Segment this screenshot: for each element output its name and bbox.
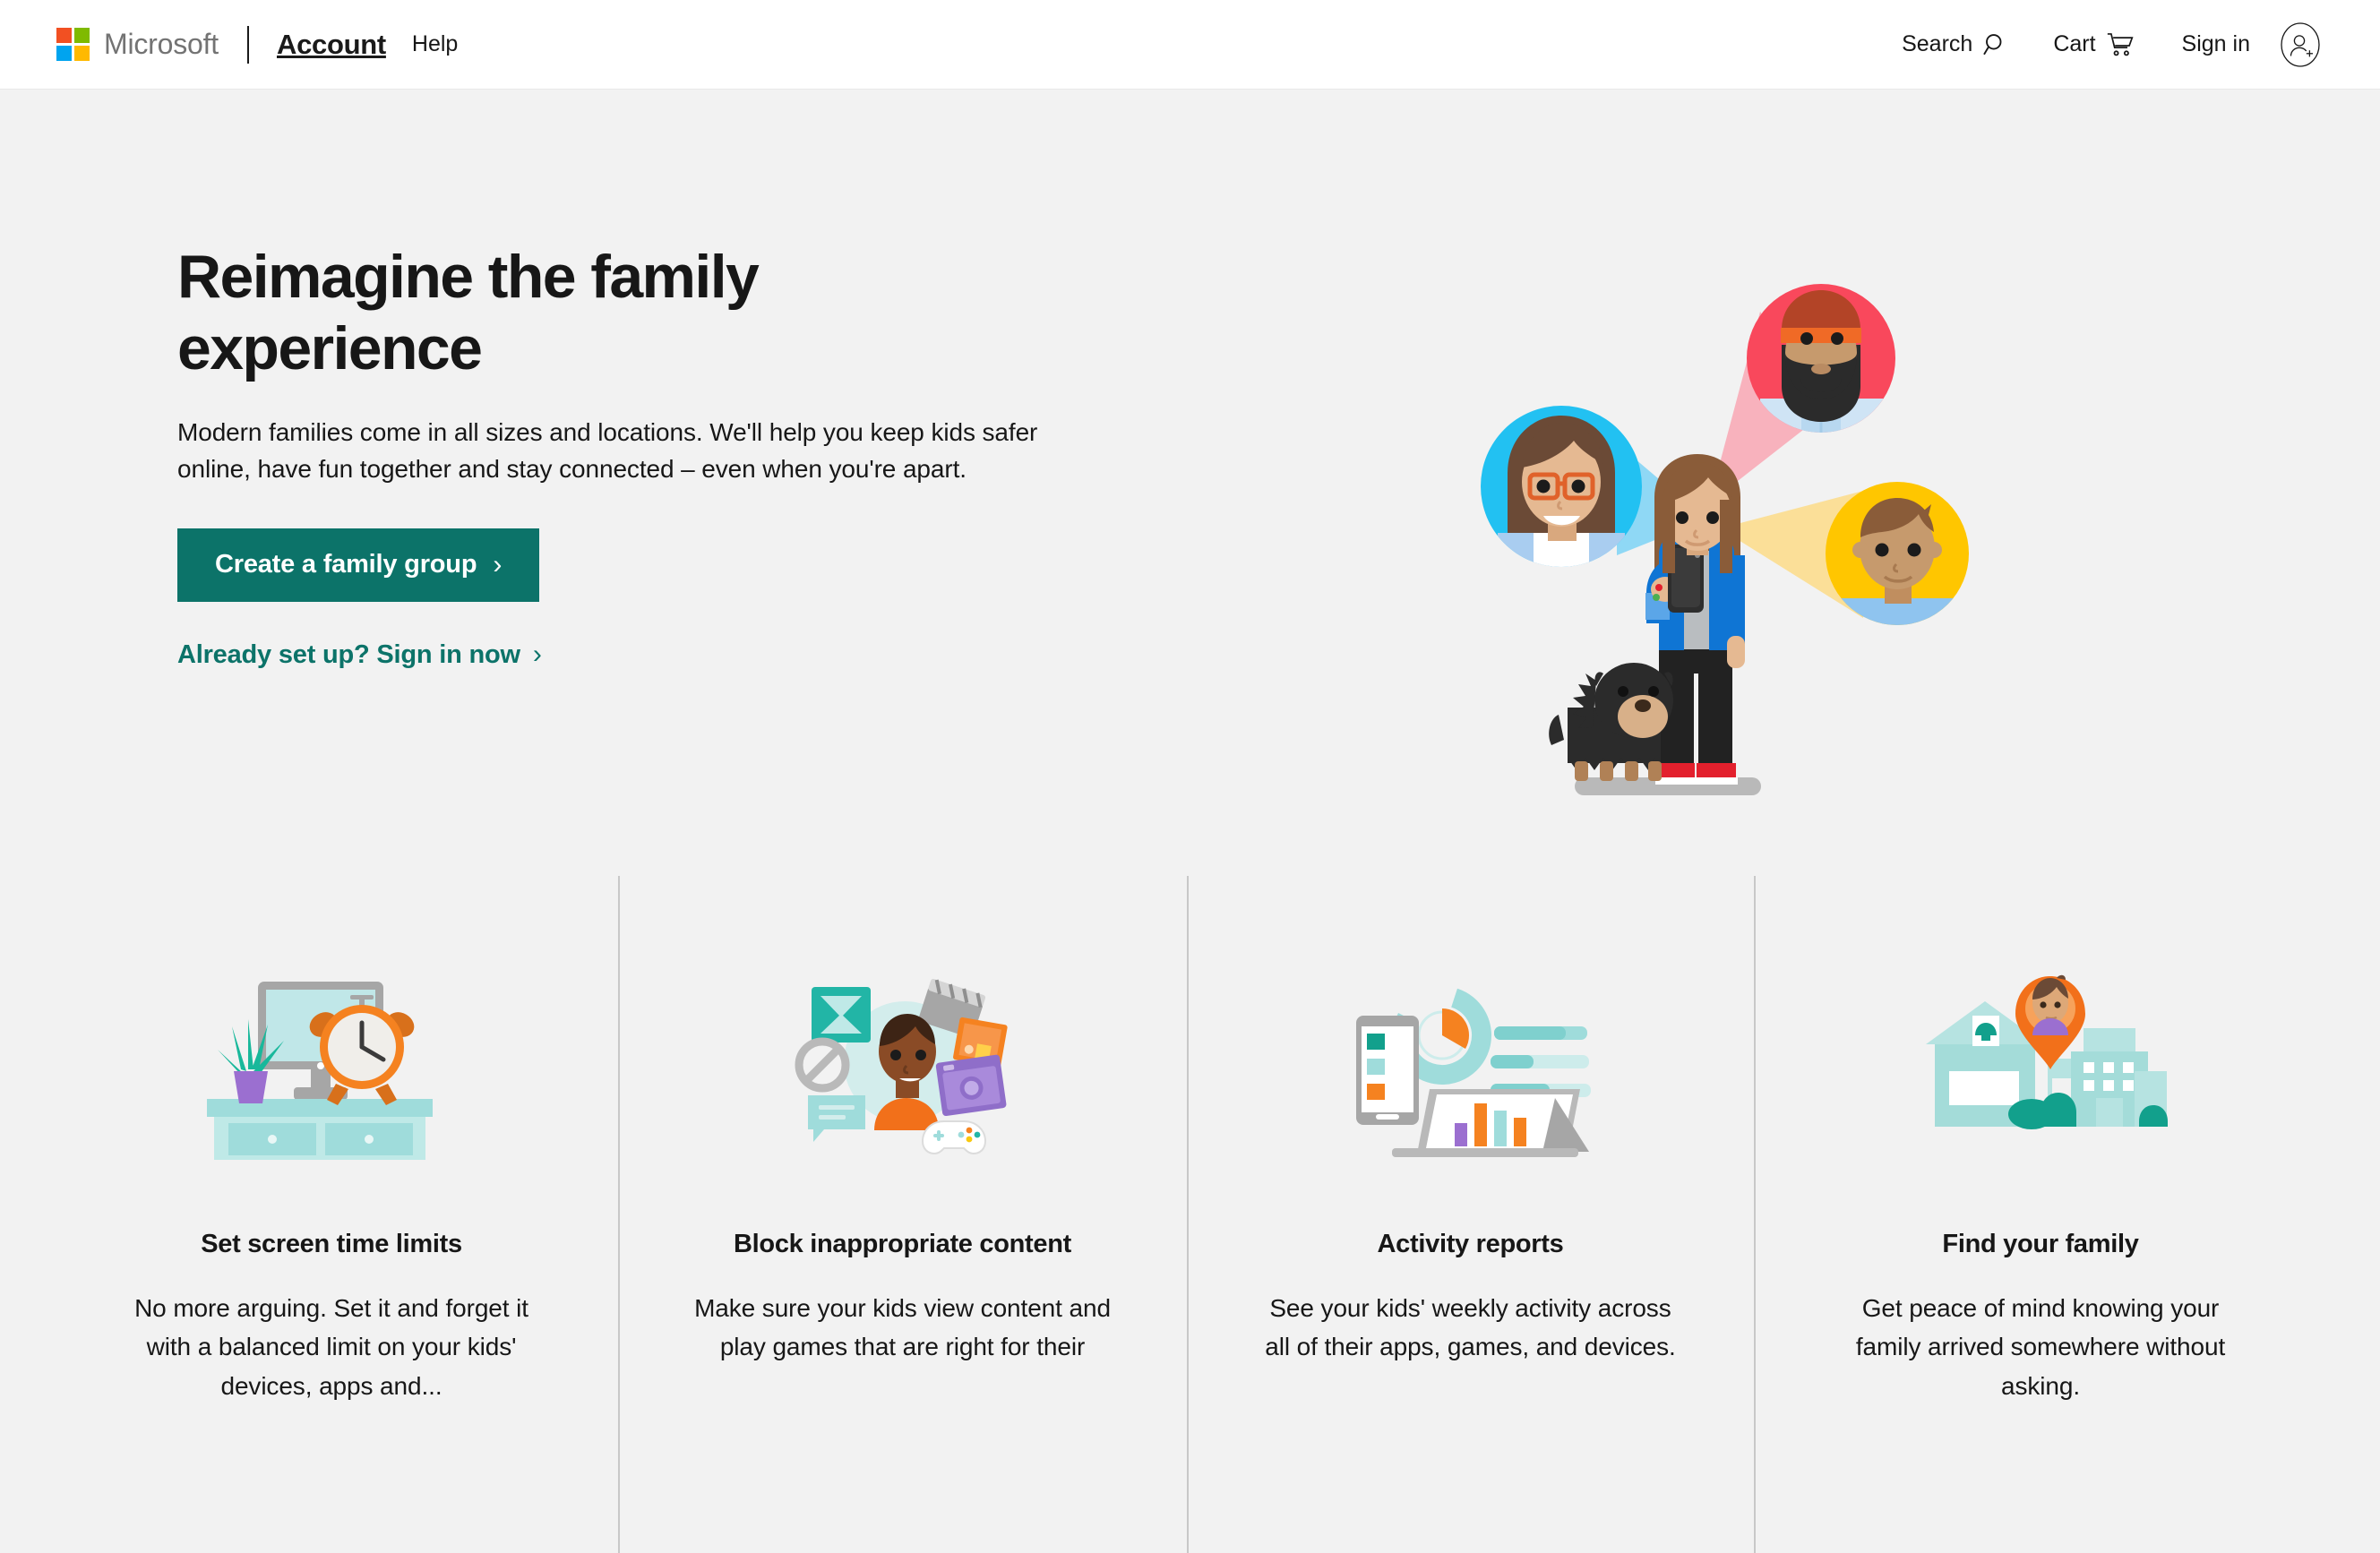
- cart-icon: [2106, 31, 2135, 58]
- microsoft-wordmark: Microsoft: [104, 28, 219, 60]
- search-icon: [1982, 31, 2009, 58]
- family-dog: [1549, 663, 1673, 781]
- feature-card-find-family: Find your family Get peace of mind knowi…: [1758, 876, 2323, 1405]
- logo-square-green: [74, 28, 90, 43]
- feature-body: See your kids' weekly activity across al…: [1265, 1293, 1676, 1361]
- sign-in-button[interactable]: Sign in: [2182, 31, 2260, 57]
- logo-square-blue: [56, 46, 72, 61]
- kid-media-block-icon: [795, 978, 1008, 1154]
- feature-divider: [1754, 876, 1756, 1553]
- find-family-illustration: [1758, 965, 2323, 1171]
- hero-text-block: Reimagine the family experience Modern f…: [177, 242, 1082, 670]
- feature-card-screen-time: Set screen time limits No more arguing. …: [49, 876, 614, 1405]
- screen-time-illustration: [49, 965, 614, 1171]
- hero-secondary-cta-row: Already set up? Sign in now ›: [177, 602, 1082, 670]
- activity-reports-illustration: [1191, 965, 1749, 1171]
- feature-title: Activity reports: [1377, 1230, 1564, 1258]
- feature-body: Make sure your kids view content and pla…: [694, 1293, 1111, 1361]
- feature-title: Block inappropriate content: [734, 1230, 1071, 1258]
- monitor-clock-plant-icon: [207, 981, 433, 1160]
- search-button[interactable]: Search: [1902, 31, 2009, 58]
- feature-divider: [1187, 876, 1189, 1553]
- block-content-illustration: [623, 965, 1182, 1171]
- header-brand-group: Microsoft Account Help: [0, 25, 458, 64]
- logo-square-yellow: [74, 46, 90, 61]
- phone-tablet-chart-icon: [1355, 985, 1591, 1157]
- hero-subtitle: Modern families come in all sizes and lo…: [177, 418, 1038, 483]
- help-link[interactable]: Help: [412, 31, 458, 57]
- microsoft-logo-icon: [56, 28, 90, 61]
- family-illustration-svg: [1481, 284, 1969, 795]
- add-person-avatar-icon: [2276, 21, 2324, 69]
- feature-card-block-content: Block inappropriate content Make sure yo…: [623, 876, 1182, 1367]
- features-section: Set screen time limits No more arguing. …: [0, 876, 2380, 1553]
- search-label: Search: [1902, 31, 1973, 56]
- cart-label: Cart: [2053, 31, 2096, 56]
- feature-divider: [618, 876, 620, 1553]
- hero-cta-group: Create a family group ›: [177, 488, 1082, 602]
- account-title-link[interactable]: Account: [277, 29, 386, 61]
- create-family-group-button[interactable]: Create a family group ›: [177, 528, 540, 602]
- chevron-right-icon: ›: [493, 549, 503, 579]
- header-vertical-divider: [247, 25, 249, 64]
- map-pin-neighborhood-icon: [1926, 974, 2168, 1129]
- feature-body: No more arguing. Set it and forget it wi…: [134, 1293, 528, 1400]
- already-set-up-label: Already set up? Sign in now: [177, 639, 520, 669]
- header-utility-group: Search Cart Sign in: [1902, 21, 2380, 69]
- logo-square-red: [56, 28, 72, 43]
- microsoft-logo-link[interactable]: Microsoft: [56, 28, 219, 61]
- sign-in-label: Sign in: [2181, 31, 2250, 56]
- already-set-up-sign-in-link[interactable]: Already set up? Sign in now ›: [177, 640, 542, 670]
- feature-card-activity-reports: Activity reports See your kids' weekly a…: [1191, 876, 1749, 1367]
- global-header: Microsoft Account Help Search Cart Sign …: [0, 0, 2380, 90]
- chevron-right-icon: ›: [532, 639, 542, 670]
- avatar-son: [1826, 482, 1969, 625]
- family-connection-illustration: [1424, 260, 1980, 815]
- account-avatar-button[interactable]: [2276, 21, 2324, 69]
- create-family-group-label: Create a family group: [215, 550, 477, 579]
- feature-body: Get peace of mind knowing your family ar…: [1855, 1293, 2226, 1400]
- feature-title: Set screen time limits: [201, 1230, 462, 1258]
- hero-title: Reimagine the family experience: [177, 243, 760, 382]
- cart-button[interactable]: Cart: [2053, 31, 2134, 58]
- feature-title: Find your family: [1942, 1230, 2139, 1258]
- hero-section: Reimagine the family experience Modern f…: [0, 90, 2380, 876]
